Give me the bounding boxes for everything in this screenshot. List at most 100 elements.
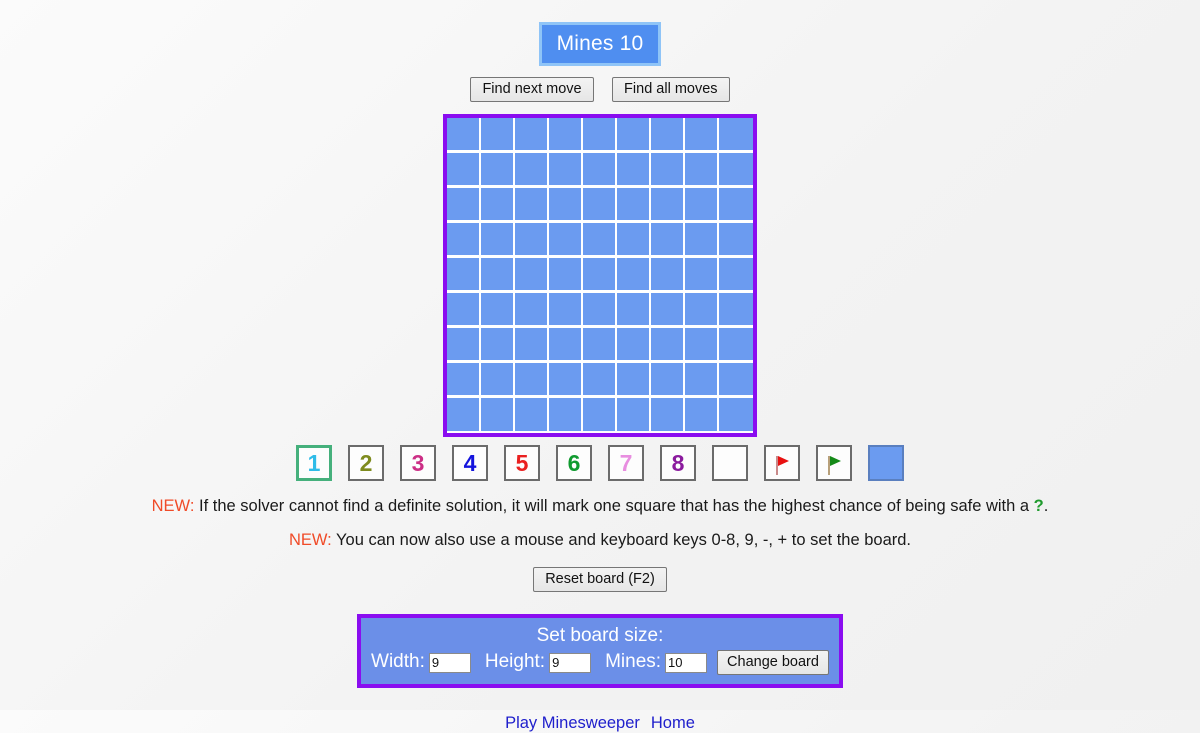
reset-board-button[interactable]: Reset board (F2) xyxy=(533,566,667,592)
board-cell[interactable] xyxy=(447,363,481,397)
height-input[interactable] xyxy=(549,652,592,673)
minesweeper-board[interactable] xyxy=(443,114,757,437)
find-all-moves-button[interactable]: Find all moves xyxy=(612,77,730,102)
find-next-move-button[interactable]: Find next move xyxy=(470,77,594,102)
board-cell[interactable] xyxy=(583,258,617,292)
board-cell[interactable] xyxy=(515,293,549,327)
board-cell[interactable] xyxy=(617,118,651,152)
board-cell[interactable] xyxy=(481,153,515,187)
board-cell[interactable] xyxy=(583,398,617,431)
home-link[interactable]: Home xyxy=(651,714,695,732)
board-cell[interactable] xyxy=(447,258,481,292)
board-cell[interactable] xyxy=(481,188,515,222)
board-cell[interactable] xyxy=(447,153,481,187)
board-cell[interactable] xyxy=(719,223,753,257)
board-cell[interactable] xyxy=(583,223,617,257)
board-cell[interactable] xyxy=(549,258,583,292)
board-cell[interactable] xyxy=(515,188,549,222)
board-cell[interactable] xyxy=(583,118,617,152)
board-cell[interactable] xyxy=(481,363,515,397)
board-cell[interactable] xyxy=(617,363,651,397)
mines-input[interactable] xyxy=(665,652,708,673)
board-cell[interactable] xyxy=(685,153,719,187)
palette-6[interactable]: 6 xyxy=(556,445,592,481)
board-cell[interactable] xyxy=(583,328,617,362)
board-cell[interactable] xyxy=(515,398,549,431)
board-cell[interactable] xyxy=(549,293,583,327)
board-cell[interactable] xyxy=(651,328,685,362)
board-cell[interactable] xyxy=(685,328,719,362)
board-cell[interactable] xyxy=(719,398,753,431)
change-board-button[interactable]: Change board xyxy=(717,650,829,676)
board-cell[interactable] xyxy=(719,328,753,362)
tile-palette[interactable]: 1 2 3 4 5 6 7 8 xyxy=(0,445,1200,481)
palette-8[interactable]: 8 xyxy=(660,445,696,481)
board-cell[interactable] xyxy=(515,258,549,292)
board-cell[interactable] xyxy=(549,118,583,152)
board-cell[interactable] xyxy=(481,398,515,431)
board-cell[interactable] xyxy=(515,118,549,152)
board-cell[interactable] xyxy=(447,188,481,222)
board-cell[interactable] xyxy=(481,293,515,327)
board-cell[interactable] xyxy=(651,293,685,327)
board-cell[interactable] xyxy=(685,293,719,327)
width-input[interactable] xyxy=(428,652,471,673)
board-cell[interactable] xyxy=(651,258,685,292)
board-cell[interactable] xyxy=(481,118,515,152)
board-cell[interactable] xyxy=(685,398,719,431)
board-cell[interactable] xyxy=(447,398,481,431)
board-cell[interactable] xyxy=(719,363,753,397)
palette-5[interactable]: 5 xyxy=(504,445,540,481)
board-cell[interactable] xyxy=(719,188,753,222)
board-cell[interactable] xyxy=(549,363,583,397)
board-cell[interactable] xyxy=(583,293,617,327)
board-cell[interactable] xyxy=(617,398,651,431)
board-cell[interactable] xyxy=(617,188,651,222)
board-cell[interactable] xyxy=(515,223,549,257)
board-cell[interactable] xyxy=(719,153,753,187)
palette-red-flag[interactable] xyxy=(764,445,800,481)
play-minesweeper-link[interactable]: Play Minesweeper xyxy=(505,714,640,732)
board-cell[interactable] xyxy=(583,188,617,222)
palette-empty[interactable] xyxy=(712,445,748,481)
board-cell[interactable] xyxy=(617,223,651,257)
board-cell[interactable] xyxy=(719,118,753,152)
board-cell[interactable] xyxy=(515,328,549,362)
board-cell[interactable] xyxy=(515,153,549,187)
board-cell[interactable] xyxy=(719,258,753,292)
board-cell[interactable] xyxy=(719,293,753,327)
board-cell[interactable] xyxy=(685,223,719,257)
board-cell[interactable] xyxy=(481,258,515,292)
board-cell[interactable] xyxy=(447,118,481,152)
palette-green-flag[interactable] xyxy=(816,445,852,481)
board-cell[interactable] xyxy=(651,188,685,222)
board-cell[interactable] xyxy=(685,363,719,397)
board-cell[interactable] xyxy=(447,293,481,327)
palette-7[interactable]: 7 xyxy=(608,445,644,481)
board-cell[interactable] xyxy=(447,223,481,257)
board-cell[interactable] xyxy=(617,293,651,327)
board-cell[interactable] xyxy=(685,258,719,292)
board-cell[interactable] xyxy=(617,258,651,292)
board-cell[interactable] xyxy=(651,118,685,152)
palette-3[interactable]: 3 xyxy=(400,445,436,481)
board-cell[interactable] xyxy=(447,328,481,362)
palette-2[interactable]: 2 xyxy=(348,445,384,481)
board-cell[interactable] xyxy=(685,118,719,152)
board-cell[interactable] xyxy=(583,153,617,187)
board-cell[interactable] xyxy=(549,153,583,187)
board-cell[interactable] xyxy=(651,153,685,187)
palette-4[interactable]: 4 xyxy=(452,445,488,481)
board-cell[interactable] xyxy=(685,188,719,222)
board-cell[interactable] xyxy=(549,223,583,257)
board-cell[interactable] xyxy=(651,223,685,257)
board-cell[interactable] xyxy=(617,153,651,187)
palette-unknown[interactable] xyxy=(868,445,904,481)
board-cell[interactable] xyxy=(549,188,583,222)
palette-1[interactable]: 1 xyxy=(296,445,332,481)
board-cell[interactable] xyxy=(583,363,617,397)
board-cell[interactable] xyxy=(481,328,515,362)
board-cell[interactable] xyxy=(651,363,685,397)
board-cell[interactable] xyxy=(515,363,549,397)
board-cell[interactable] xyxy=(481,223,515,257)
